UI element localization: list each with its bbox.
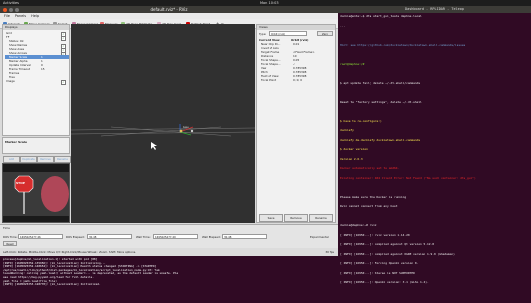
terminal-line: Rviz cannot connect from any host — [340, 204, 398, 208]
terminal-line: duckie@daphne:~# rviz — [340, 223, 377, 227]
ros-time-label: ROS Time: — [3, 235, 18, 239]
wall-elapsed-label: Wall Elapsed: — [202, 235, 221, 239]
terminal-line: Reset to "factory settings", delete ~/.d… — [340, 99, 422, 104]
displays-panel-title: Displays — [3, 25, 69, 30]
3d-viewport[interactable]: base — [71, 24, 255, 223]
terminal-line: [ INFO] [16950...]: Forcing OpenGl versi… — [340, 261, 419, 265]
terminal-line: Docker automatically set to amd64. — [340, 166, 400, 170]
log-line: [INFO] [1695025353.128770]: [ml_localiza… — [3, 282, 101, 287]
ros-elapsed-label: ROS Elapsed: — [66, 235, 85, 239]
terminal-line: [ INFO] [16950...]: compiled against Qt … — [340, 242, 434, 246]
rename-view-button[interactable]: Rename — [309, 214, 333, 222]
fps-readout: 30 fps — [325, 250, 334, 254]
rviz-title-bar: default.rviz* - RViz — [0, 6, 338, 13]
ros-time-field: 1695025477.46 — [18, 234, 63, 239]
zero-button[interactable]: Zero — [317, 31, 333, 36]
view-property-value: 0; 0; 0 — [293, 78, 303, 82]
terminal-line: Please make sure the Docker is running — [340, 194, 407, 199]
save-view-button[interactable]: Save — [259, 214, 283, 222]
terminal-line: [ INFO] [16950...]: compiled against OGR… — [340, 251, 455, 256]
terminal-line: duckiefy de-duckiefy duckietown-shell-co… — [340, 137, 421, 142]
wall-time-field: 1695025477.49 — [153, 234, 198, 239]
status-bar: Left-Click: Rotate. Middle-Click: Move X… — [0, 248, 338, 256]
grid-render: base — [71, 124, 255, 150]
menu-panels[interactable]: Panels — [15, 14, 26, 18]
display-row-label: Image — [6, 79, 15, 83]
terminal-line: Hint: see https://github.com/duckietown/… — [340, 42, 466, 47]
stop-sign-text: STOP — [16, 181, 25, 185]
displays-panel: Displays Grid ✓ TF ✓ Status: Ok Show Names ✓ Sh… — [2, 24, 70, 136]
enabled-checkbox[interactable]: ✓ — [61, 79, 66, 85]
right-terminal-window: Dashboard - RPLIDAR - Teleop duckie@ente… — [338, 6, 531, 303]
tf-frame-marker — [179, 129, 183, 133]
wall-time-label: Wall Time: — [136, 235, 151, 239]
terminal-line: $ docker version — [340, 147, 368, 151]
view-property-row[interactable]: Focal Point 0; 0; 0 — [261, 78, 335, 82]
terminal-line: Version 2.6.3 — [340, 156, 363, 161]
terminal-line: duckie@ente:~$ dts start_gui_tools daphn… — [340, 14, 422, 18]
property-description: Marker Scale — [2, 137, 70, 154]
wall-elapsed-field: 30.48 — [222, 234, 267, 239]
display-tree-row[interactable]: Image ✓ — [5, 79, 69, 85]
rename-display-button[interactable]: Rename — [54, 156, 71, 163]
terminal-line: $ apt update fail; delete ~/.dt-shell/co… — [340, 80, 421, 85]
window-title: default.rviz* - RViz — [150, 7, 188, 12]
remove-view-button[interactable]: Remove — [284, 214, 308, 222]
views-panel: Views Type: Orbit (rviz) Zero Current Vi… — [256, 24, 336, 223]
tf-frame-marker — [190, 129, 194, 133]
description-title: Marker Scale — [5, 140, 27, 144]
status-text: Left-Click: Rotate. Middle-Click: Move X… — [3, 250, 137, 254]
clock[interactable]: Mon 10:03 — [260, 1, 279, 5]
view-property-label: Focal Point — [261, 78, 277, 82]
terminal-line: [ INFO] [16950...]: Stereo is NOT SUPPOR… — [340, 270, 415, 275]
terminal-line: [ INFO] [16950...]: OpenGl version: 3.1 … — [340, 280, 429, 284]
displays-buttons: Add Duplicate Remove Rename — [2, 155, 71, 163]
menu-help[interactable]: Help — [31, 14, 39, 18]
camera-image-panel: STOP — [2, 163, 70, 223]
terminal-line: duckiefy — [340, 128, 354, 132]
remove-display-button[interactable]: Remove — [37, 156, 54, 163]
terminal-title-bar: Dashboard - RPLIDAR - Teleop — [338, 6, 531, 13]
duplicate-display-button[interactable]: Duplicate — [20, 156, 37, 163]
svg-text:base: base — [183, 126, 189, 129]
camera-image — [3, 164, 69, 222]
menu-file[interactable]: File — [4, 14, 10, 18]
views-panel-title: Views — [257, 25, 335, 30]
experimental-checkbox[interactable]: Experimental — [310, 235, 329, 239]
terminal-body[interactable]: duckie@ente:~$ dts start_gui_tools daphn… — [338, 13, 531, 303]
time-panel: Time ROS Time: 1695025477.46 ROS Elapsed… — [0, 224, 338, 248]
view-type-select[interactable]: Orbit (rviz) — [269, 31, 307, 36]
mouse-cursor-icon — [151, 142, 157, 150]
time-panel-title: Time — [3, 226, 10, 230]
activities-label[interactable]: Activities — [3, 1, 19, 5]
reset-button[interactable]: Reset — [3, 241, 17, 246]
terminal-line: [ INFO] [16950...]: rviz version 1.14.20 — [340, 232, 410, 237]
type-label: Type: — [259, 32, 267, 36]
terminal-line: $ have to re-configure:) — [340, 118, 382, 123]
ros-elapsed-field: 30.48 — [87, 234, 132, 239]
terminal-line: Existing container: 404 Client Error: No… — [340, 175, 476, 180]
add-display-button[interactable]: Add — [3, 156, 20, 163]
terminal-line: ... — [340, 23, 346, 28]
log-terminal[interactable]: process[daphne/ml_localization-1]: start… — [0, 256, 338, 303]
terminal-line: root@daphne:/# — [340, 61, 365, 66]
